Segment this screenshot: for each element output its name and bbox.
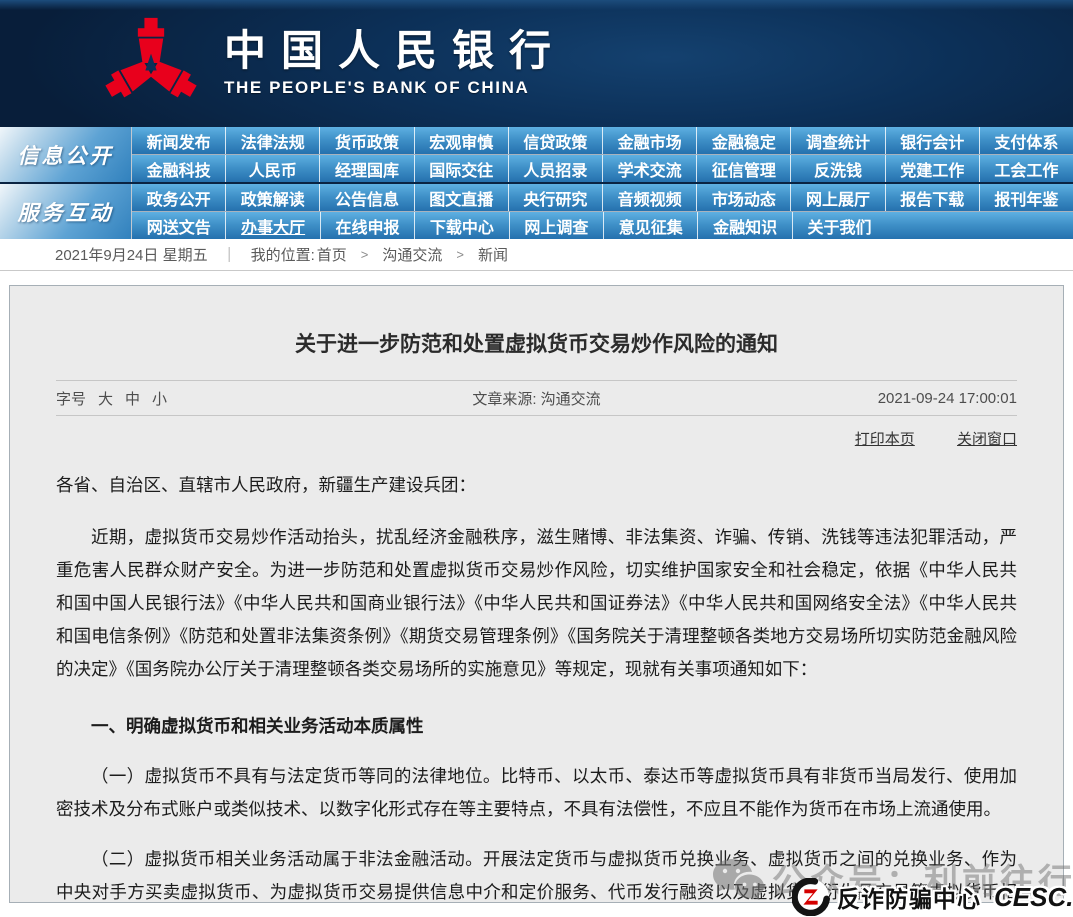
nav-row: 金融科技人民币经理国库国际交往人员招录学术交流征信管理反洗钱党建工作工会工作: [132, 154, 1073, 182]
nav-band: 信息公开新闻发布法律法规货币政策宏观审慎信贷政策金融市场金融稳定调查统计银行会计…: [0, 127, 1073, 182]
font-size-options: 大中小: [98, 388, 167, 409]
wechat-icon: [712, 858, 764, 900]
breadcrumb-link[interactable]: 新闻: [478, 244, 508, 265]
article-paragraph: （一）虚拟货币不具有与法定货币等同的法律地位。比特币、以太币、泰达币等虚拟货币具…: [56, 760, 1017, 826]
breadcrumb-divider: ｜: [222, 244, 237, 265]
article-datetime: 2021-09-24 17:00:01: [601, 390, 1017, 407]
font-size-label: 字号: [56, 388, 86, 409]
breadcrumb-link[interactable]: 首页: [317, 244, 347, 265]
nav-item[interactable]: 办事大厅: [226, 212, 320, 239]
font-size-control: 字号 大中小: [56, 388, 472, 409]
font-size-option[interactable]: 中: [125, 388, 140, 409]
breadcrumb-link[interactable]: 沟通交流: [382, 244, 442, 265]
nav-row: 新闻发布法律法规货币政策宏观审慎信贷政策金融市场金融稳定调查统计银行会计支付体系: [132, 127, 1073, 154]
nav-item[interactable]: 征信管理: [697, 155, 791, 182]
nav-grid: 政务公开政策解读公告信息图文直播央行研究音频视频市场动态网上展厅报告下载报刊年鉴…: [131, 184, 1073, 239]
pboc-logo-icon: [104, 16, 198, 110]
nav-band: 服务互动政务公开政策解读公告信息图文直播央行研究音频视频市场动态网上展厅报告下载…: [0, 182, 1073, 239]
badge-text: 反诈防骗中心: [837, 880, 981, 914]
nav-item[interactable]: 报刊年鉴: [980, 184, 1073, 211]
breadcrumb: 2021年9月24日 星期五 ｜ 我的位置: 首页 > 沟通交流 > 新闻: [0, 239, 1073, 271]
article-source: 文章来源: 沟通交流: [472, 388, 600, 409]
close-window-link[interactable]: 关闭窗口: [957, 431, 1017, 448]
site-title-en: THE PEOPLE'S BANK OF CHINA: [224, 78, 566, 98]
nav-row: 政务公开政策解读公告信息图文直播央行研究音频视频市场动态网上展厅报告下载报刊年鉴: [132, 184, 1073, 211]
nav-item[interactable]: 学术交流: [603, 155, 697, 182]
nav-item[interactable]: 调查统计: [791, 127, 885, 154]
nav-grid: 新闻发布法律法规货币政策宏观审慎信贷政策金融市场金融稳定调查统计银行会计支付体系…: [131, 127, 1073, 182]
main-nav: 信息公开新闻发布法律法规货币政策宏观审慎信贷政策金融市场金融稳定调查统计银行会计…: [0, 127, 1073, 239]
site-header: 中国人民银行 THE PEOPLE'S BANK OF CHINA: [0, 0, 1073, 127]
nav-item[interactable]: 经理国库: [320, 155, 414, 182]
nav-item[interactable]: 宏观审慎: [415, 127, 509, 154]
nav-empty-cell: [886, 212, 979, 239]
breadcrumb-separator: >: [456, 247, 464, 262]
badge-site: CESC.CC: [994, 882, 1073, 913]
nav-item[interactable]: 金融知识: [698, 212, 792, 239]
article-actions: 打印本页 关闭窗口: [56, 428, 1017, 449]
nav-item[interactable]: 工会工作: [980, 155, 1073, 182]
nav-item[interactable]: 央行研究: [509, 184, 603, 211]
article-meta-row: 字号 大中小 文章来源: 沟通交流 2021-09-24 17:00:01: [56, 380, 1017, 416]
nav-item[interactable]: 公告信息: [320, 184, 414, 211]
nav-item[interactable]: 网上调查: [510, 212, 604, 239]
nav-item[interactable]: 下载中心: [415, 212, 509, 239]
article-paragraph: 近期，虚拟货币交易炒作活动抬头，扰乱经济金融秩序，滋生赌博、非法集资、诈骗、传销…: [56, 521, 1017, 686]
watermark-badge: 反诈防骗中心 CESC.CC: [792, 878, 1073, 916]
nav-item[interactable]: 图文直播: [415, 184, 509, 211]
nav-item[interactable]: 政务公开: [132, 184, 226, 211]
font-size-option[interactable]: 大: [98, 388, 113, 409]
nav-item[interactable]: 政策解读: [226, 184, 320, 211]
nav-section-label[interactable]: 信息公开: [0, 127, 131, 182]
nav-item[interactable]: 支付体系: [980, 127, 1073, 154]
brand-text: 中国人民银行 THE PEOPLE'S BANK OF CHINA: [224, 28, 566, 98]
site-brand: 中国人民银行 THE PEOPLE'S BANK OF CHINA: [104, 16, 566, 110]
nav-item[interactable]: 货币政策: [320, 127, 414, 154]
nav-item[interactable]: 音频视频: [603, 184, 697, 211]
article-paragraph: 各省、自治区、直辖市人民政府，新疆生产建设兵团：: [56, 469, 1017, 502]
article-panel: 关于进一步防范和处置虚拟货币交易炒作风险的通知 字号 大中小 文章来源: 沟通交…: [9, 285, 1064, 903]
nav-item[interactable]: 国际交往: [415, 155, 509, 182]
print-page-link[interactable]: 打印本页: [855, 431, 915, 448]
breadcrumb-separator: >: [361, 247, 369, 262]
nav-item[interactable]: 关于我们: [793, 212, 886, 239]
nav-item[interactable]: 党建工作: [886, 155, 980, 182]
article-section-heading: 一、明确虚拟货币和相关业务活动本质属性: [56, 710, 1017, 743]
breadcrumb-path: 首页 > 沟通交流 > 新闻: [317, 244, 508, 265]
nav-item[interactable]: 信贷政策: [509, 127, 603, 154]
nav-item[interactable]: 人员招录: [509, 155, 603, 182]
nav-empty-cell: [980, 212, 1073, 239]
anti-fraud-logo-icon: [792, 878, 830, 916]
nav-item[interactable]: 网上展厅: [791, 184, 885, 211]
nav-item[interactable]: 人民币: [226, 155, 320, 182]
nav-item[interactable]: 银行会计: [886, 127, 980, 154]
nav-item[interactable]: 报告下载: [886, 184, 980, 211]
nav-item[interactable]: 法律法规: [226, 127, 320, 154]
nav-item[interactable]: 在线申报: [321, 212, 415, 239]
nav-item[interactable]: 金融稳定: [697, 127, 791, 154]
nav-row: 网送文告办事大厅在线申报下载中心网上调查意见征集金融知识关于我们: [132, 211, 1073, 239]
nav-item[interactable]: 网送文告: [132, 212, 226, 239]
nav-item[interactable]: 金融科技: [132, 155, 226, 182]
site-title-cn: 中国人民银行: [224, 28, 566, 76]
current-date: 2021年9月24日 星期五: [55, 244, 208, 265]
nav-item[interactable]: 市场动态: [697, 184, 791, 211]
nav-section-label[interactable]: 服务互动: [0, 184, 131, 239]
nav-item[interactable]: 意见征集: [604, 212, 698, 239]
breadcrumb-label: 我的位置:: [251, 244, 315, 265]
nav-item[interactable]: 金融市场: [603, 127, 697, 154]
article-body: 各省、自治区、直辖市人民政府，新疆生产建设兵团： 近期，虚拟货币交易炒作活动抬头，…: [56, 469, 1017, 903]
font-size-option[interactable]: 小: [152, 388, 167, 409]
nav-item[interactable]: 反洗钱: [791, 155, 885, 182]
nav-item[interactable]: 新闻发布: [132, 127, 226, 154]
article-title: 关于进一步防范和处置虚拟货币交易炒作风险的通知: [56, 330, 1017, 358]
